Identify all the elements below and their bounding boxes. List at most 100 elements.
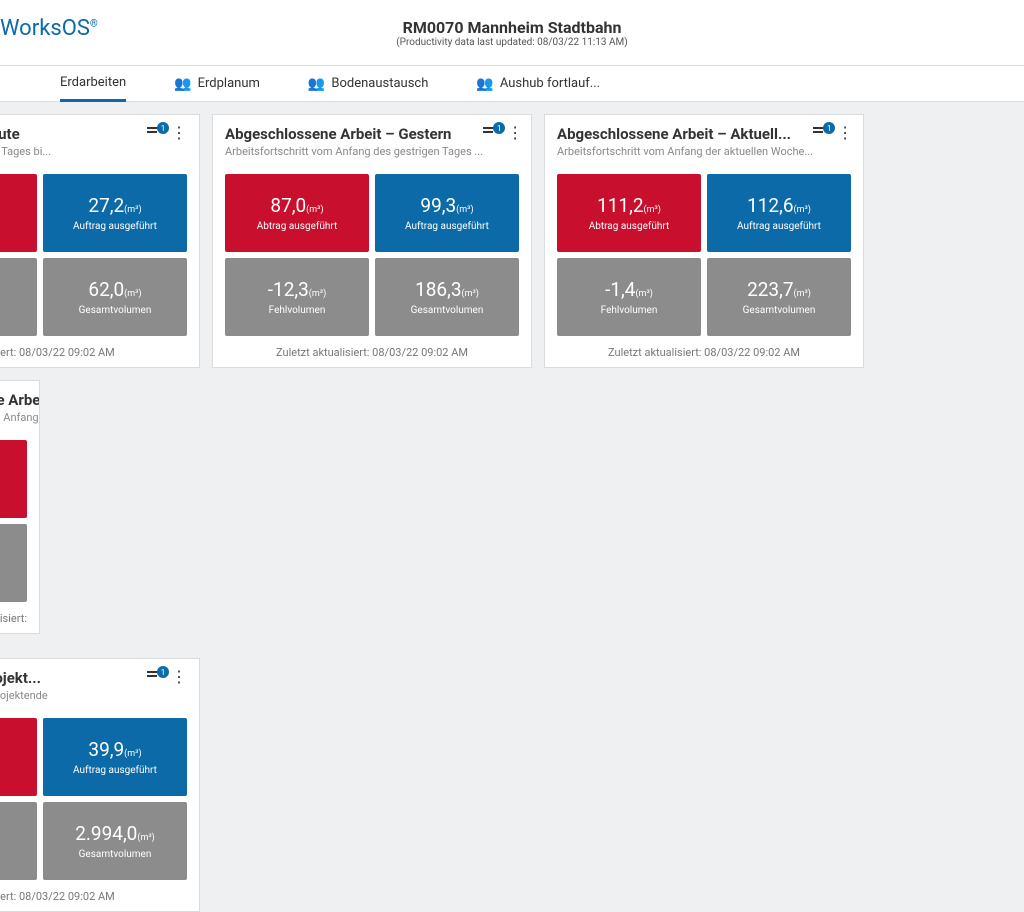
tile-unit: (m³) [635,289,652,299]
card-subtitle: n Projektbeginn bis Projektende [0,689,48,702]
project-subtitle: (Productivity data last updated: 08/03/2… [396,37,628,48]
tile-auftrag: 99,3(m³) Auftrag ausgeführt [375,174,519,252]
card-title: ene Arbeit – Projekt... [0,669,48,687]
card-subtitle: m Ende des gestrigen Tages bi... [0,145,51,158]
tab-erdplanum[interactable]: 👥 Erdplanum [174,66,260,102]
tile-abtrag: (m³) führt [0,174,37,252]
tile-unit: (m³) [794,205,811,215]
tab-label: Erdarbeiten [60,75,126,90]
tile-label: Abtrag ausgeführt [589,221,670,232]
tile-label: Auftrag ausgeführt [737,221,821,232]
filter-icon[interactable]: 1 [147,670,165,684]
tile-label: Auftrag ausgeführt [73,221,157,232]
tile-label: Fehlvolumen [269,305,326,316]
tabs: Erdarbeiten 👥 Erdplanum 👥 Bodenaustausch… [0,66,1024,102]
tile-fehl [0,802,37,880]
tile-unit: (m³) [124,289,141,299]
tile-unit: (m³) [306,205,323,215]
tile-value: 2.994,0 [75,822,137,845]
tile-label: Fehlvolumen [601,305,658,316]
tile-value: 111,2 [597,194,643,217]
tab-bodenaustausch[interactable]: 👥 Bodenaustausch [308,66,428,102]
tab-aushub[interactable]: 👥 Aushub fortlauf... [476,66,600,102]
project-title: RM0070 Mannheim Stadtbahn [396,18,628,37]
people-icon: 👥 [174,76,191,92]
tab-label: Aushub fortlauf... [500,76,600,91]
tile-unit: (m³) [644,205,661,215]
tile-value: 39,9 [88,738,124,761]
header: WorksOS® RM0070 Mannheim Stadtbahn (Prod… [0,0,1024,66]
tile-value: 223,7 [747,278,793,301]
card-footer: ktualisiert: 08/03/22 09:02 AM [0,890,187,903]
tile-auftrag: 27,2(m³) Auftrag ausgeführt [43,174,187,252]
card-heute: ene Arbeit – Heute m Ende des gestrigen … [0,114,200,368]
tile-gesamt: 186,3(m³) Gesamtvolumen [375,258,519,336]
tile-gesamt: 223,7(m³) Gesamtvolumen [707,258,851,336]
header-center: RM0070 Mannheim Stadtbahn (Productivity … [396,18,628,48]
tile-value: 99,3 [420,194,456,217]
tile-value: 87,0 [270,194,306,217]
tile-value: 62,0 [88,278,124,301]
logo-text: WorksOS [0,16,90,41]
tile-value: 27,2 [88,194,124,217]
card-projekt: ene Arbeit – Projekt... n Projektbeginn … [0,658,200,912]
filter-icon[interactable]: 1 [813,126,831,140]
filter-count: 1 [157,666,169,678]
card-title: ene Arbeit – Heute [0,125,51,143]
tile-fehl [0,258,37,336]
tile-auftrag: 112,6(m³) Auftrag ausgeführt [707,174,851,252]
card-footer: Zuletzt aktualisiert: [0,612,27,625]
registered-mark: ® [90,19,98,30]
card-title: Abgeschlossene Arbeit – Gestern [225,125,465,143]
tile-value: -1,4 [605,278,635,301]
tile-value: 112,6 [747,194,793,217]
tile-unit: (m³) [124,205,141,215]
tile-abtrag: 87,0(m³) Abtrag ausgeführt [225,174,369,252]
card-subtitle: Arbeitsfortschritt vom Anfang d [0,411,40,424]
card-subtitle: Arbeitsfortschritt vom Anfang der aktuel… [557,145,813,158]
tile-fehl: -12,3(m³) Fehlvolumen [225,258,369,336]
card-title: Abgeschlossene Arbeit – Aktuell... [557,125,797,143]
people-icon: 👥 [308,76,325,92]
card-footer: Zuletzt aktualisiert: 08/03/22 09:02 AM [225,346,519,359]
card-aktuell: Abgeschlossene Arbeit – Aktuell... Arbei… [544,114,864,368]
tile-unit: (m³) [794,289,811,299]
tab-erdarbeiten[interactable]: Erdarbeiten [60,66,126,102]
kebab-menu-icon[interactable]: ⋮ [507,125,523,141]
logo: WorksOS® [0,16,98,41]
kebab-menu-icon[interactable]: ⋮ [171,669,187,685]
tile-abtrag: (m³) [0,718,37,796]
filter-count: 1 [157,122,169,134]
tile-value: -12,3 [268,278,309,301]
tile-label: Gesamtvolumen [79,305,152,316]
tile-abtrag: 111,2(m³) Abtrag ausgeführt [557,174,701,252]
tile-unit: (m³) [124,749,141,759]
card-footer: Zuletzt aktualisiert: 08/03/22 09:02 AM [557,346,851,359]
kebab-menu-icon[interactable]: ⋮ [837,125,853,141]
tab-label: Erdplanum [198,76,260,91]
tile-fehl: -258,2(m³) Fehlvolumen [0,524,27,602]
kebab-menu-icon[interactable]: ⋮ [171,125,187,141]
people-icon: 👥 [476,76,493,92]
tile-unit: (m³) [462,289,479,299]
tile-auftrag: 39,9(m³) Auftrag ausgeführt [43,718,187,796]
tab-label: Bodenaustausch [331,76,428,91]
tile-unit: (m³) [137,833,154,843]
tile-label: Gesamtvolumen [743,305,816,316]
filter-icon[interactable]: 1 [483,126,501,140]
tile-abtrag: 137,5(m³) Abtrag ausgeführt [0,440,27,518]
card-title: Abgeschlossene Arbe [0,391,40,409]
card-partial-right: Abgeschlossene Arbe Arbeitsfortschritt v… [0,380,40,634]
tile-label: Auftrag ausgeführt [73,765,157,776]
tile-unit: (m³) [456,205,473,215]
filter-icon[interactable]: 1 [147,126,165,140]
tile-fehl: -1,4(m³) Fehlvolumen [557,258,701,336]
card-gestern: Abgeschlossene Arbeit – Gestern Arbeitsf… [212,114,532,368]
filter-count: 1 [823,122,835,134]
card-subtitle: Arbeitsfortschritt vom Anfang des gestri… [225,145,483,158]
tile-label: Auftrag ausgeführt [405,221,489,232]
tile-gesamt: 2.994,0(m³) Gesamtvolumen [43,802,187,880]
tile-label: Gesamtvolumen [79,849,152,860]
tile-value: 186,3 [415,278,461,301]
tile-gesamt: 62,0(m³) Gesamtvolumen [43,258,187,336]
